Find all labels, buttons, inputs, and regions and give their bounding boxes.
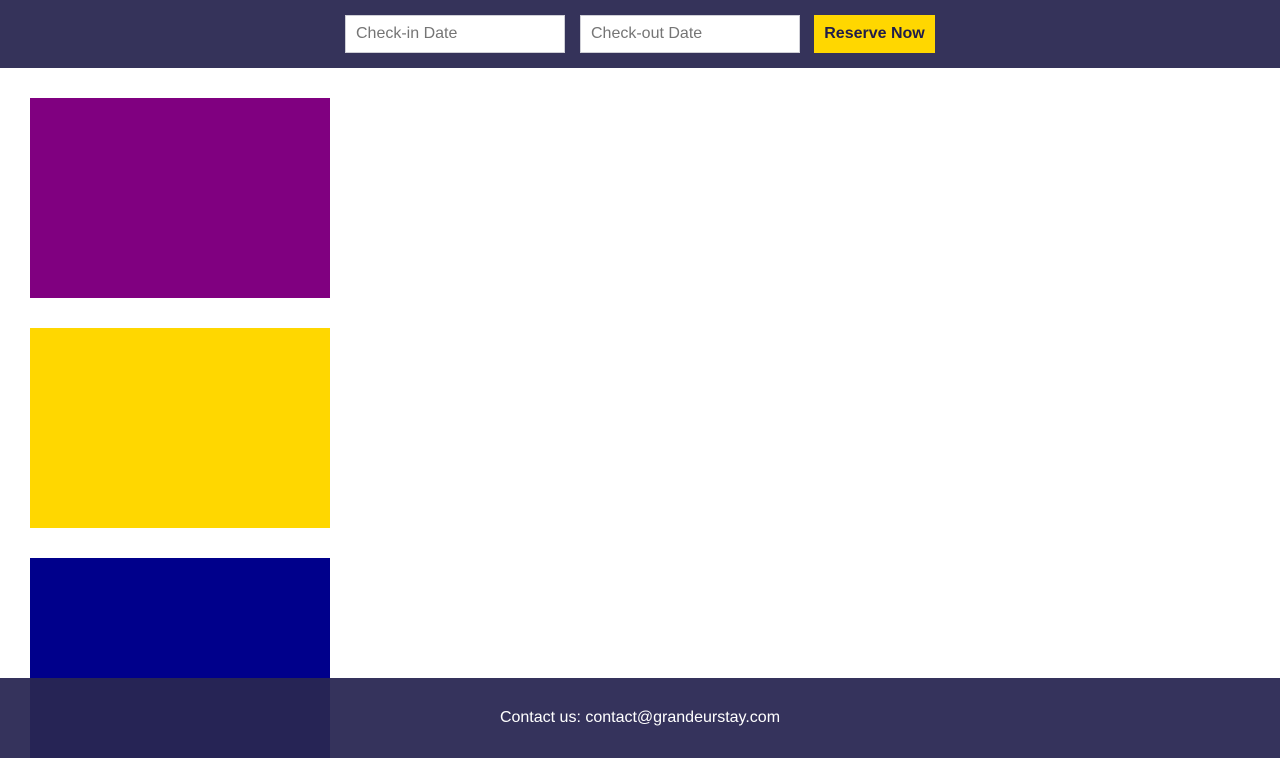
purple-swatch [30, 98, 330, 298]
contact-text: Contact us: contact@grandeurstay.com [499, 709, 781, 726]
gold-swatch [30, 328, 330, 528]
check-out-date-input[interactable] [580, 15, 800, 53]
booking-bar: Reserve Now [0, 0, 1280, 68]
footer: Contact us: contact@grandeurstay.com [0, 678, 1280, 758]
reserve-now-button[interactable]: Reserve Now [814, 15, 935, 53]
check-in-date-input[interactable] [345, 15, 565, 53]
